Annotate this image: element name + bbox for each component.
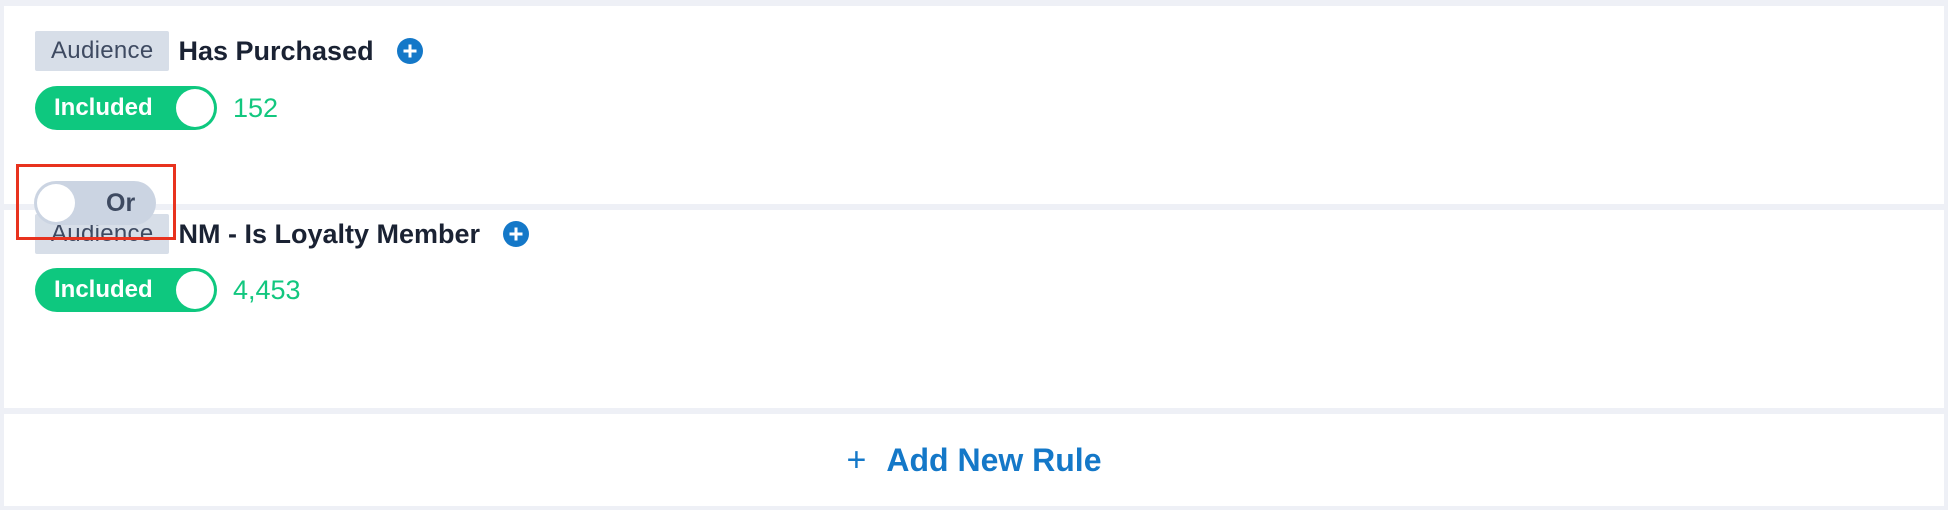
add-condition-plus-icon[interactable] (503, 221, 530, 247)
rule-card: Audience NM - Is Loyalty Member Included… (4, 210, 1944, 408)
rule-toggle-row: Included 152 (35, 86, 278, 130)
rule-name: NM - Is Loyalty Member (178, 218, 481, 249)
audience-tag: Audience (35, 31, 170, 71)
audience-rules-panel: Audience Has Purchased Included 152 Audi… (4, 6, 1944, 506)
rule-name: Has Purchased (178, 35, 374, 66)
or-connector-highlight: Or (16, 164, 176, 240)
audience-count: 152 (233, 92, 279, 123)
toggle-knob (176, 271, 214, 309)
audience-count: 4,453 (233, 274, 301, 305)
included-toggle-label: Included (54, 276, 153, 303)
included-toggle[interactable]: Included (35, 268, 217, 312)
rule-header: Audience Has Purchased (35, 31, 423, 71)
and-or-toggle[interactable]: Or (34, 181, 156, 225)
add-new-rule-label: Add New Rule (886, 441, 1102, 478)
or-toggle-label: Or (106, 189, 136, 217)
toggle-knob (37, 184, 75, 222)
included-toggle[interactable]: Included (35, 86, 217, 130)
rule-toggle-row: Included 4,453 (35, 268, 301, 312)
add-condition-plus-icon[interactable] (396, 38, 423, 64)
rule-card: Audience Has Purchased Included 152 (4, 6, 1944, 204)
add-new-rule-button[interactable]: + Add New Rule (4, 414, 1944, 506)
toggle-knob (176, 89, 214, 127)
plus-icon: + (846, 441, 867, 479)
included-toggle-label: Included (54, 94, 153, 121)
